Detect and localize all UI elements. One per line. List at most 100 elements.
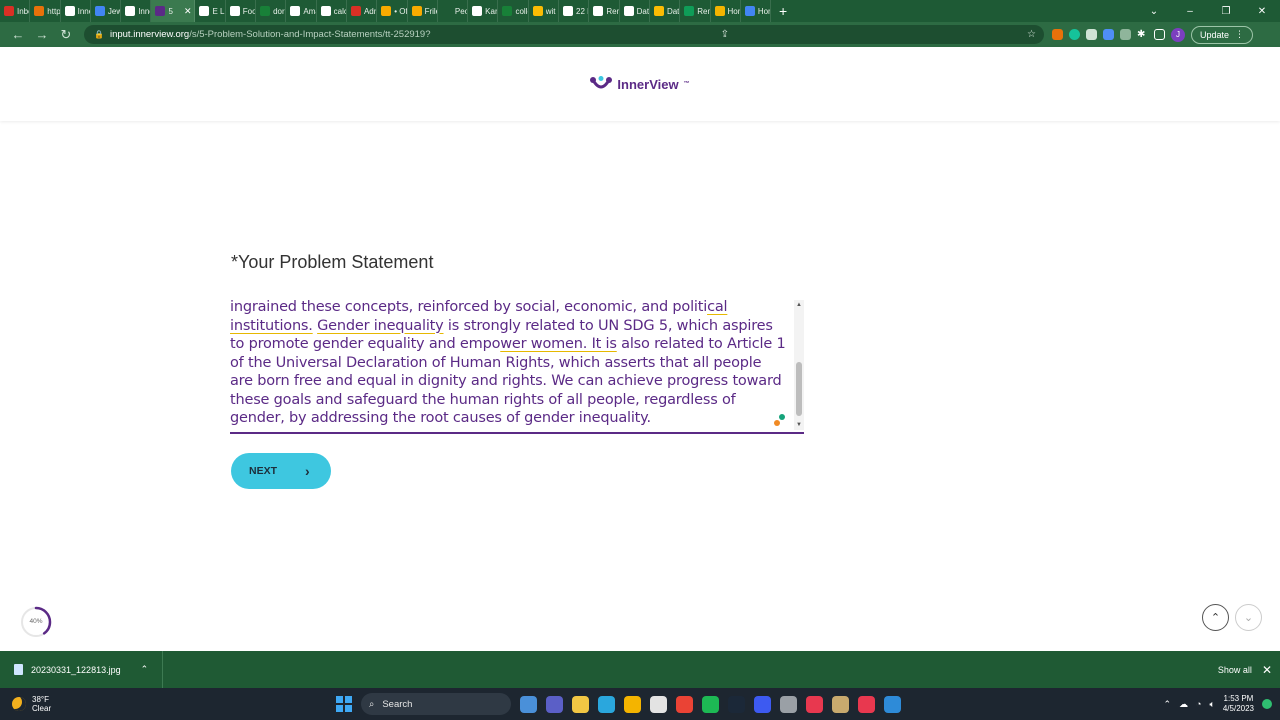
restore-icon[interactable]: ❐ — [1208, 6, 1244, 17]
share-icon[interactable]: ⇪ — [721, 29, 729, 40]
volume-icon[interactable]: 🔈︎ — [1209, 699, 1214, 710]
browser-tab[interactable]: Rem — [589, 0, 620, 22]
browser-tab[interactable]: Friley — [408, 0, 438, 22]
browser-tab[interactable]: Jewe — [91, 0, 122, 22]
tab-favicon-icon — [350, 6, 361, 16]
browser-tab[interactable]: Hom — [741, 0, 772, 22]
chrome-icon[interactable] — [676, 695, 693, 713]
previous-question-button[interactable]: ⌃ — [1202, 604, 1229, 631]
wifi-icon[interactable]: ◔ — [1196, 699, 1201, 709]
spotify-icon[interactable] — [702, 695, 719, 713]
tab-favicon-icon — [125, 6, 136, 16]
tab-favicon-icon — [623, 6, 634, 16]
browser-tab[interactable]: Adm — [347, 0, 378, 22]
extensions-puzzle-icon[interactable]: ✱ — [1137, 29, 1148, 40]
browser-tab[interactable]: Inner — [61, 0, 91, 22]
textarea-scrollbar[interactable]: ▲ ▼ — [794, 300, 804, 430]
edge-icon[interactable] — [598, 695, 615, 713]
browser-tab[interactable]: 5 ✕ — [151, 0, 196, 22]
browser-tab[interactable]: Kans — [468, 0, 499, 22]
taskbar-search-input[interactable]: ⌕ Search — [361, 693, 511, 715]
scroll-down-icon[interactable]: ▼ — [794, 420, 804, 430]
moon-icon — [12, 697, 26, 711]
url-path: /s/5-Problem-Solution-and-Impact-Stateme… — [189, 29, 431, 40]
grammarly-extension-icon[interactable] — [1069, 29, 1080, 40]
innerview-logo-icon — [590, 76, 613, 89]
grammarly-status-icon[interactable] — [774, 414, 788, 428]
photos-icon[interactable] — [520, 695, 537, 713]
tab-label: E L C — [212, 6, 225, 16]
tray-overflow-icon[interactable]: ⌃ — [1163, 699, 1171, 710]
controller-icon[interactable] — [858, 695, 875, 713]
browser-tab[interactable]: colle — [498, 0, 529, 22]
store-icon[interactable] — [650, 695, 667, 713]
browser-tab[interactable]: Food — [226, 0, 257, 22]
clock[interactable]: 1:53 PM 4/5/2023 — [1223, 694, 1254, 714]
extensions-bar: ✱ J — [1052, 27, 1185, 42]
browser-tab[interactable]: E L C — [195, 0, 226, 22]
new-tab-button[interactable]: + — [771, 3, 795, 19]
search-icon: ⌕ — [369, 698, 375, 710]
onedrive-cloud-icon[interactable]: ☁ — [1179, 699, 1188, 710]
next-question-button[interactable]: ⌄ — [1235, 604, 1262, 631]
browser-tab[interactable]: wit — [529, 0, 560, 22]
weather-widget[interactable]: 38°F Clear — [0, 695, 51, 713]
answer-text[interactable]: ingrained these concepts, reinforced by … — [230, 298, 786, 430]
notes-icon[interactable] — [624, 695, 641, 713]
browser-tab[interactable]: Inner — [121, 0, 152, 22]
back-icon[interactable]: ← — [6, 27, 30, 42]
update-button[interactable]: Update ⋮ — [1191, 25, 1254, 44]
video-call-icon[interactable] — [546, 695, 563, 713]
browser-tab[interactable]: • Off — [377, 0, 408, 22]
settings-icon[interactable] — [780, 695, 797, 713]
tab-favicon-icon — [199, 6, 210, 16]
close-download-bar-icon[interactable]: ✕ — [1262, 663, 1272, 677]
extension-icon[interactable] — [1052, 29, 1063, 40]
url-input[interactable]: 🔒 input.innerview.org/s/5-Problem-Soluti… — [84, 25, 1044, 44]
notification-icon[interactable] — [1262, 699, 1272, 709]
browser-tab-strip: InboxhttpsInnerJeweInner5✕E L CFooddormA… — [0, 0, 1280, 22]
game-icon[interactable] — [806, 695, 823, 713]
browser-tab[interactable]: 22 B — [559, 0, 590, 22]
tab-label: Rem — [606, 6, 618, 16]
show-all-downloads-link[interactable]: Show all — [1218, 665, 1252, 675]
scroll-thumb[interactable] — [796, 362, 802, 416]
league-icon[interactable] — [832, 695, 849, 713]
tab-label: https — [47, 6, 59, 16]
bookmark-star-icon[interactable]: ☆ — [1027, 29, 1036, 40]
steam-icon[interactable] — [728, 695, 745, 713]
browser-tab[interactable]: Inbox — [0, 0, 31, 22]
extension-icon[interactable] — [1120, 29, 1131, 40]
next-button[interactable]: NEXT › — [231, 453, 331, 489]
extension-icon[interactable] — [1086, 29, 1097, 40]
file-explorer-icon[interactable] — [572, 695, 589, 713]
app-icon[interactable] — [754, 695, 771, 713]
browser-tab[interactable]: Peop — [438, 0, 469, 22]
browser-tab[interactable]: https — [30, 0, 61, 22]
reload-icon[interactable]: ↻ — [54, 27, 78, 43]
tab-label: Inbox — [17, 6, 29, 16]
chevron-up-icon[interactable]: ⌃ — [141, 664, 149, 675]
problem-statement-textarea[interactable]: ingrained these concepts, reinforced by … — [230, 298, 804, 434]
download-item[interactable]: 20230331_122813.jpg ⌃ — [0, 651, 164, 688]
tab-favicon-icon — [441, 6, 452, 16]
close-window-icon[interactable]: ✕ — [1244, 6, 1280, 17]
tab-close-icon[interactable]: ✕ — [184, 6, 192, 17]
browser-tab[interactable]: dorm — [256, 0, 287, 22]
profile-avatar[interactable]: J — [1171, 27, 1185, 42]
scroll-up-icon[interactable]: ▲ — [794, 300, 804, 310]
browser-tab[interactable]: Hom — [711, 0, 741, 22]
browser-tab[interactable]: Rem — [680, 0, 711, 22]
browser-tab[interactable]: Data — [620, 0, 650, 22]
mail-icon[interactable] — [884, 695, 901, 713]
browser-tab[interactable]: calcu — [317, 0, 347, 22]
forward-icon[interactable]: → — [30, 27, 54, 42]
windows-start-icon[interactable] — [336, 696, 352, 712]
browser-tab[interactable]: Data — [650, 0, 681, 22]
minimize-icon[interactable]: – — [1172, 6, 1208, 17]
tab-search-icon[interactable]: ⌄ — [1136, 6, 1172, 17]
extension-icon[interactable] — [1103, 29, 1114, 40]
innerview-logo[interactable]: InnerView ™ — [590, 76, 690, 92]
browser-tab[interactable]: Ama — [286, 0, 317, 22]
side-panel-icon[interactable] — [1154, 29, 1165, 40]
